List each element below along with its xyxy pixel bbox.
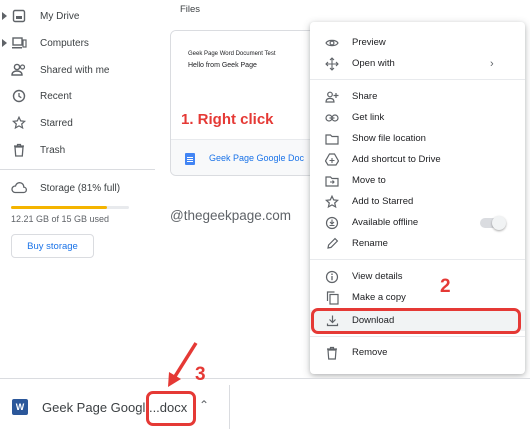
menu-item-label: Remove: [352, 347, 388, 358]
menu-item-move-to[interactable]: Move to: [310, 170, 525, 191]
menu-item-make-a-copy[interactable]: Make a copy: [310, 287, 525, 308]
preview-title: Geek Page Word Document Test: [188, 51, 276, 57]
file-card[interactable]: Geek Page Word Document Test Hello from …: [170, 30, 315, 176]
annotation-step-1: 1. Right click: [181, 111, 274, 128]
menu-item-label: Rename: [352, 238, 388, 249]
storage-bar-fill: [11, 206, 107, 209]
annotation-step-2: 2: [440, 276, 451, 297]
download-bar: W Geek Page Googl....docx ⌃: [0, 378, 530, 430]
chevron-up-icon[interactable]: ⌃: [199, 398, 209, 412]
menu-item-label: Move to: [352, 175, 386, 186]
preview-body: Hello from Geek Page: [188, 62, 257, 69]
menu-item-preview[interactable]: Preview: [310, 32, 525, 53]
sidebar-item-label: Starred: [40, 117, 73, 129]
menu-item-available-offline[interactable]: Available offline: [310, 212, 525, 233]
star-icon: [11, 115, 27, 131]
copy-icon: [324, 290, 340, 306]
file-extension-highlight-box: [146, 391, 196, 426]
buy-storage-button[interactable]: Buy storage: [11, 234, 94, 258]
watermark: @thegeekpage.com: [170, 208, 292, 223]
sidebar-item-label: Shared with me: [40, 64, 110, 76]
trash-icon: [324, 345, 340, 361]
sidebar-item-label: Trash: [40, 144, 66, 156]
menu-item-show-file-location[interactable]: Show file location: [310, 128, 525, 149]
files-heading: Files: [180, 4, 201, 15]
sidebar-item-computers[interactable]: Computers: [0, 30, 155, 56]
menu-item-label: Preview: [352, 37, 386, 48]
file-name: Geek Page Google Doc: [209, 153, 305, 163]
offline-icon: [324, 215, 340, 231]
sidebar: My Drive Computers Shared with me Recent…: [0, 0, 155, 375]
sidebar-item-starred[interactable]: Starred: [0, 110, 155, 136]
file-card-footer: Geek Page Google Doc: [171, 139, 314, 175]
link-icon: [324, 110, 340, 126]
menu-item-label: Share: [352, 91, 378, 102]
download-highlight-box: [311, 308, 521, 334]
word-icon: W: [12, 399, 28, 415]
menu-item-label: Show file location: [352, 133, 426, 144]
sidebar-item-label: My Drive: [40, 10, 80, 22]
sidebar-item-label: Computers: [40, 37, 89, 49]
sidebar-item-label: Recent: [40, 90, 72, 102]
menu-item-label: Available offline: [352, 217, 419, 228]
folder-icon: [324, 131, 340, 147]
drive-shortcut-icon: [324, 152, 340, 168]
computer-icon: [11, 35, 27, 51]
person-add-icon: [324, 89, 340, 105]
menu-divider: [310, 259, 525, 260]
drive-icon: [11, 8, 27, 24]
menu-item-share[interactable]: Share: [310, 86, 525, 107]
sidebar-item-shared[interactable]: Shared with me: [0, 57, 155, 83]
menu-divider: [310, 79, 525, 80]
menu-item-rename[interactable]: Rename: [310, 233, 525, 254]
menu-item-label: Add shortcut to Drive: [352, 154, 441, 165]
menu-item-get-link[interactable]: Get link: [310, 107, 525, 128]
menu-item-view-details[interactable]: View details: [310, 266, 525, 287]
menu-item-label: Open with: [352, 58, 395, 69]
open-with-icon: [324, 56, 340, 72]
storage-bar: [11, 206, 129, 209]
toggle-knob: [492, 216, 506, 230]
cloud-icon: [11, 180, 27, 196]
trash-icon: [11, 142, 27, 158]
menu-divider: [310, 336, 525, 337]
eye-icon: [324, 35, 340, 51]
chevron-right-icon: ›: [490, 57, 494, 70]
storage-label: Storage (81% full): [40, 182, 121, 194]
people-icon: [11, 62, 27, 78]
sidebar-item-trash[interactable]: Trash: [0, 137, 155, 163]
menu-item-remove[interactable]: Remove: [310, 342, 525, 363]
menu-item-label: Add to Starred: [352, 196, 414, 207]
move-to-icon: [324, 173, 340, 189]
sidebar-item-my-drive[interactable]: My Drive: [0, 3, 155, 29]
sidebar-divider: [0, 169, 155, 170]
info-icon: [324, 269, 340, 285]
menu-item-label: Get link: [352, 112, 385, 123]
annotation-step-3: 3: [195, 364, 206, 385]
star-icon: [324, 194, 340, 210]
sidebar-item-recent[interactable]: Recent: [0, 83, 155, 109]
google-doc-icon: [185, 153, 195, 165]
clock-icon: [11, 88, 27, 104]
sidebar-item-storage[interactable]: Storage (81% full): [0, 175, 155, 201]
menu-item-open-with[interactable]: Open with ›: [310, 53, 525, 74]
menu-item-label: Make a copy: [352, 292, 406, 303]
expand-caret-icon[interactable]: [2, 12, 7, 20]
menu-item-add-shortcut[interactable]: Add shortcut to Drive: [310, 149, 525, 170]
download-bar-divider: [229, 385, 230, 429]
storage-used-text: 12.21 GB of 15 GB used: [11, 214, 110, 224]
menu-item-label: View details: [352, 271, 403, 282]
expand-caret-icon[interactable]: [2, 39, 7, 47]
pencil-icon: [324, 236, 340, 252]
offline-toggle[interactable]: [480, 216, 506, 230]
menu-item-add-to-starred[interactable]: Add to Starred: [310, 191, 525, 212]
